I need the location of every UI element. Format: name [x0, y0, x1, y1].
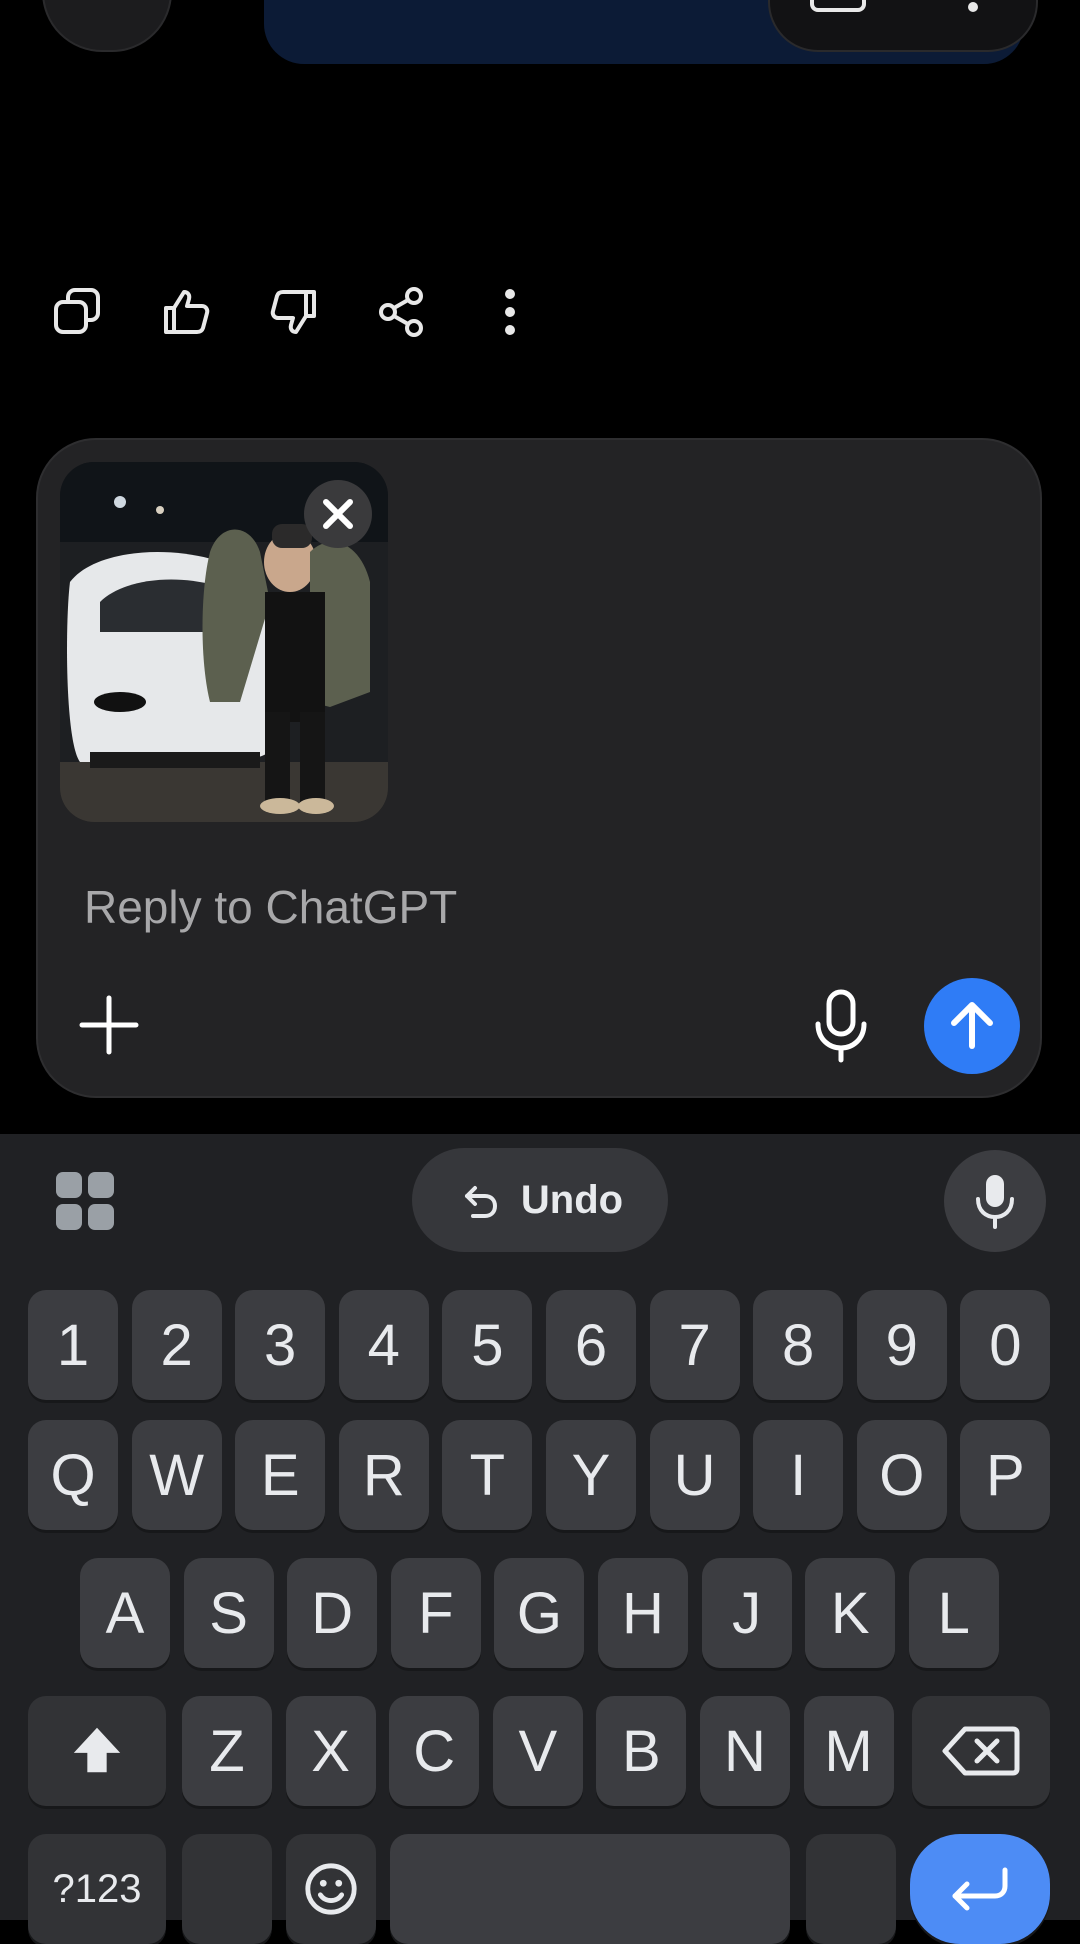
- key-9[interactable]: 9: [856, 1290, 947, 1400]
- copy-icon: [54, 288, 100, 334]
- key-z[interactable]: Z: [182, 1696, 272, 1806]
- key-p[interactable]: P: [960, 1420, 1051, 1530]
- thumbs-down-icon: [270, 290, 316, 334]
- backspace-icon: [942, 1726, 1020, 1776]
- key-5[interactable]: 5: [442, 1290, 533, 1400]
- comma-key[interactable]: [182, 1834, 272, 1944]
- key-0[interactable]: 0: [960, 1290, 1051, 1400]
- thumbs-down-button[interactable]: [264, 282, 324, 342]
- new-chat-icon[interactable]: [810, 0, 866, 12]
- symbols-key[interactable]: ?123: [28, 1834, 166, 1944]
- key-3[interactable]: 3: [235, 1290, 326, 1400]
- emoji-key[interactable]: [286, 1834, 376, 1944]
- add-attachment-button[interactable]: [74, 990, 144, 1060]
- keyboard-voice-button[interactable]: [944, 1150, 1046, 1252]
- key-g[interactable]: G: [494, 1558, 585, 1668]
- key-h[interactable]: H: [598, 1558, 688, 1668]
- key-v[interactable]: V: [492, 1696, 583, 1806]
- key-d[interactable]: D: [287, 1558, 378, 1668]
- key-s[interactable]: S: [183, 1558, 274, 1668]
- key-e[interactable]: E: [235, 1420, 326, 1530]
- key-y[interactable]: Y: [546, 1420, 636, 1530]
- key-q[interactable]: Q: [28, 1420, 118, 1530]
- header-actions: [768, 0, 1038, 52]
- voice-input-button[interactable]: [806, 986, 876, 1066]
- key-c[interactable]: C: [389, 1696, 480, 1806]
- more-vertical-icon: [505, 289, 515, 335]
- remove-attachment-button[interactable]: [304, 480, 372, 548]
- key-x[interactable]: X: [285, 1696, 376, 1806]
- enter-key[interactable]: [910, 1834, 1050, 1944]
- key-m[interactable]: M: [803, 1696, 894, 1806]
- keyboard-apps-icon[interactable]: [56, 1172, 114, 1230]
- key-j[interactable]: J: [701, 1558, 792, 1668]
- menu-button[interactable]: [42, 0, 172, 52]
- message-input[interactable]: Reply to ChatGPT: [84, 880, 457, 934]
- close-icon: [323, 499, 353, 529]
- key-a[interactable]: A: [80, 1558, 170, 1668]
- plus-icon: [79, 995, 139, 1055]
- key-t[interactable]: T: [442, 1420, 533, 1530]
- backspace-key[interactable]: [912, 1696, 1050, 1806]
- send-button[interactable]: [924, 978, 1020, 1074]
- enter-icon: [952, 1867, 1008, 1911]
- key-f[interactable]: F: [390, 1558, 481, 1668]
- key-7[interactable]: 7: [649, 1290, 740, 1400]
- key-k[interactable]: K: [805, 1558, 896, 1668]
- undo-label: Undo: [520, 1177, 624, 1222]
- emoji-icon: [305, 1863, 357, 1915]
- microphone-icon: [815, 989, 867, 1063]
- key-b[interactable]: B: [596, 1696, 687, 1806]
- key-6[interactable]: 6: [546, 1290, 636, 1400]
- key-r[interactable]: R: [338, 1420, 429, 1530]
- shift-icon: [73, 1727, 121, 1773]
- undo-button[interactable]: Undo: [412, 1148, 668, 1252]
- key-i[interactable]: I: [753, 1420, 844, 1530]
- key-l[interactable]: L: [908, 1558, 999, 1668]
- shift-key[interactable]: [28, 1696, 166, 1806]
- microphone-icon: [976, 1175, 1014, 1229]
- more-vertical-icon[interactable]: [968, 2, 978, 12]
- share-icon: [379, 287, 423, 337]
- undo-icon: [464, 1186, 497, 1218]
- key-4[interactable]: 4: [338, 1290, 429, 1400]
- more-options-button[interactable]: [480, 282, 540, 342]
- thumbs-up-icon: [164, 290, 210, 334]
- key-2[interactable]: 2: [131, 1290, 222, 1400]
- key-1[interactable]: 1: [28, 1290, 118, 1400]
- thumbs-up-button[interactable]: [156, 282, 216, 342]
- copy-button[interactable]: [48, 282, 108, 342]
- space-key[interactable]: [390, 1834, 790, 1944]
- key-o[interactable]: O: [856, 1420, 947, 1530]
- key-n[interactable]: N: [700, 1696, 790, 1806]
- arrow-up-icon: [951, 1002, 993, 1049]
- key-8[interactable]: 8: [753, 1290, 844, 1400]
- period-key[interactable]: [806, 1834, 896, 1944]
- key-u[interactable]: U: [649, 1420, 740, 1530]
- key-w[interactable]: W: [131, 1420, 222, 1530]
- share-button[interactable]: [372, 282, 432, 342]
